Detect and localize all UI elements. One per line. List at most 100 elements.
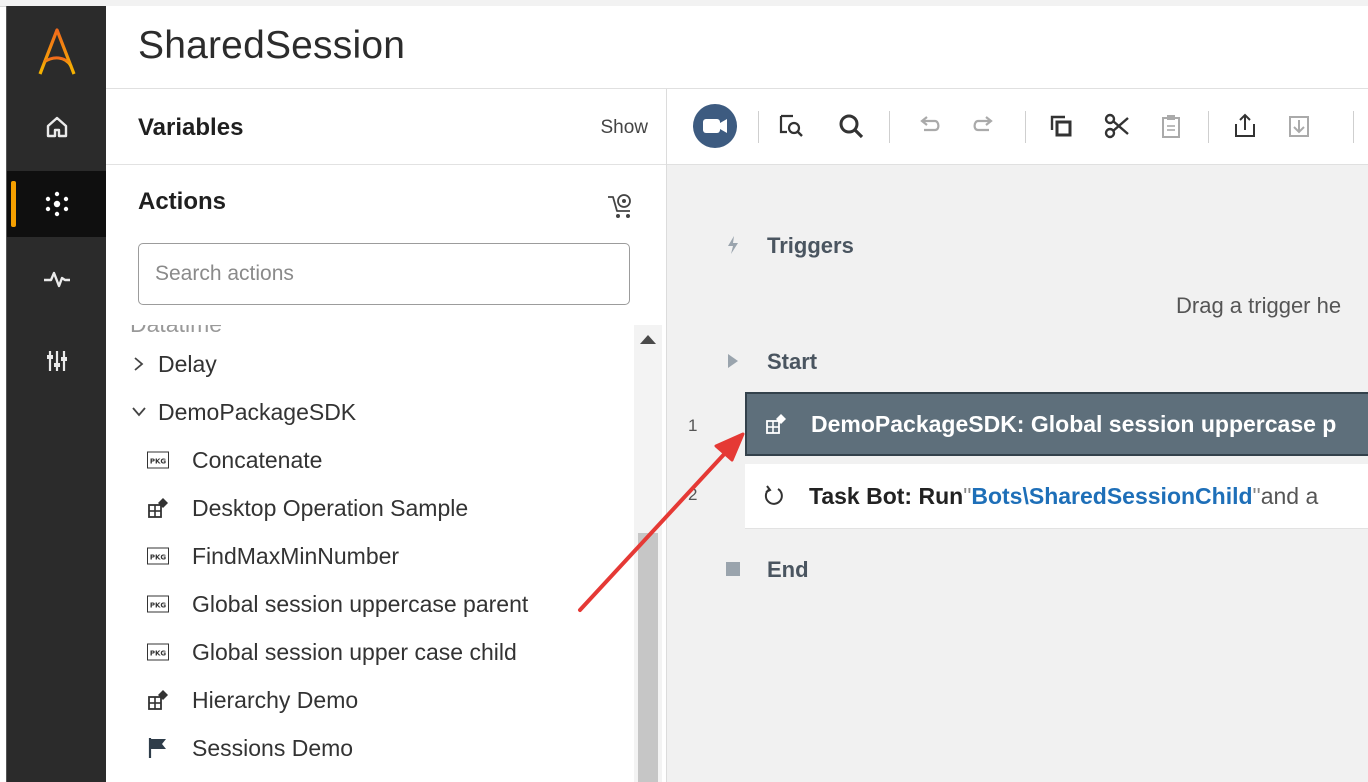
tree-item-label: FindMaxMinNumber — [192, 542, 400, 569]
flag-icon — [146, 736, 170, 760]
import-button[interactable] — [1281, 108, 1317, 144]
svg-text:PKG: PKG — [150, 458, 167, 466]
triggers-label: Triggers — [767, 233, 854, 258]
scroll-up-arrow-icon[interactable] — [640, 335, 656, 344]
copy-icon — [1050, 115, 1072, 137]
pkg-icon: PKG — [146, 448, 170, 472]
start-label: Start — [767, 349, 818, 374]
tree-item-label: Desktop Operation Sample — [192, 494, 469, 521]
tree-item-label: Delay — [158, 350, 217, 377]
app-logo-icon — [38, 28, 76, 75]
undo-icon — [920, 116, 940, 132]
nav-bots[interactable] — [7, 171, 107, 237]
actions-panel: Variables Show Actions Datatime Delay De… — [106, 89, 667, 782]
pkg-icon: PKG — [146, 544, 170, 568]
toolbar-divider — [889, 111, 890, 143]
copy-button[interactable] — [1043, 108, 1079, 144]
tree-item-label: Global session upper case child — [192, 638, 517, 665]
find-icon — [779, 114, 803, 137]
paste-icon — [1162, 115, 1180, 138]
tree-item-hierarchy-demo[interactable]: Hierarchy Demo — [146, 678, 358, 722]
tree-item-concatenate[interactable]: PKG Concatenate — [146, 438, 322, 482]
nav-activity[interactable] — [7, 246, 107, 312]
tree-item-sessions-demo[interactable]: Sessions Demo — [146, 726, 353, 770]
lightning-icon — [723, 235, 743, 255]
package-sdk-icon — [146, 688, 170, 712]
search-icon — [839, 114, 864, 139]
search-button[interactable] — [833, 108, 869, 144]
import-icon — [1289, 116, 1309, 137]
svg-text:PKG: PKG — [150, 650, 167, 658]
tree-folder-delay[interactable]: Delay — [126, 342, 217, 386]
tree-item-label: Sessions Demo — [192, 734, 354, 761]
bots-icon — [45, 191, 69, 217]
paste-button[interactable] — [1153, 108, 1189, 144]
flow-step-1[interactable]: DemoPackageSDK: Global session uppercase… — [745, 392, 1368, 456]
tree-item-findmaxminnumber[interactable]: PKG FindMaxMinNumber — [146, 534, 399, 578]
start-section: Start — [728, 349, 818, 375]
tree-item-global-session-upper-case-child[interactable]: PKG Global session upper case child — [146, 630, 517, 674]
scrollbar-thumb[interactable] — [638, 533, 658, 782]
trigger-drop-hint: Drag a trigger he — [1176, 293, 1342, 318]
chevron-right-icon — [126, 356, 152, 372]
cut-icon — [1104, 113, 1129, 139]
undo-button[interactable] — [911, 108, 947, 144]
quote-open: " — [963, 482, 972, 509]
nav-settings[interactable] — [7, 328, 107, 394]
activity-icon — [44, 271, 70, 288]
record-button[interactable] — [691, 102, 739, 150]
toolbar-divider — [758, 111, 759, 143]
redo-button[interactable] — [966, 108, 1002, 144]
editor-toolbar — [667, 89, 1368, 165]
side-navigation — [6, 6, 107, 782]
svg-text:PKG: PKG — [150, 602, 167, 610]
clipped-tree-item: Datatime — [130, 325, 222, 338]
pkg-icon: PKG — [146, 640, 170, 664]
tree-scrollbar[interactable] — [634, 325, 662, 782]
toolbar-divider — [1208, 111, 1209, 143]
tree-item-desktop-operation-sample[interactable]: Desktop Operation Sample — [146, 486, 468, 530]
record-icon — [693, 104, 737, 148]
play-icon — [723, 351, 743, 371]
triggers-section[interactable]: Triggers — [728, 233, 854, 259]
page-header: SharedSession — [106, 6, 1368, 89]
find-button[interactable] — [773, 108, 809, 144]
line-number: 2 — [688, 485, 698, 504]
export-button[interactable] — [1227, 108, 1263, 144]
step-bot-path: Bots\SharedSessionChild — [971, 482, 1253, 509]
page-title: SharedSession — [138, 24, 406, 67]
toolbar-divider — [1353, 111, 1354, 143]
svg-text:PKG: PKG — [150, 554, 167, 562]
tree-item-label: DemoPackageSDK — [158, 398, 357, 425]
chevron-down-icon — [126, 405, 152, 419]
end-label: End — [767, 557, 809, 582]
tree-item-global-session-uppercase-parent[interactable]: PKG Global session uppercase parent — [146, 582, 528, 626]
step-text: DemoPackageSDK: Global session uppercase… — [811, 410, 1337, 437]
step-suffix: and a — [1260, 482, 1319, 509]
cut-button[interactable] — [1099, 108, 1135, 144]
variables-section[interactable]: Variables Show — [106, 89, 666, 165]
pkg-icon: PKG — [146, 592, 170, 616]
flow-step-2[interactable]: Task Bot: Run " Bots\SharedSessionChild … — [745, 464, 1368, 529]
task-bot-icon — [761, 483, 787, 509]
step-prefix: Task Bot: Run — [809, 482, 964, 509]
redo-icon — [973, 116, 993, 132]
show-variables-link[interactable]: Show — [600, 117, 648, 139]
action-cart-icon[interactable] — [606, 191, 636, 221]
package-sdk-icon — [146, 496, 170, 520]
nav-home[interactable] — [7, 94, 107, 160]
stop-icon — [723, 559, 743, 579]
export-icon — [1235, 113, 1255, 137]
search-actions-input[interactable] — [138, 243, 630, 305]
tree-item-label: Hierarchy Demo — [192, 686, 359, 713]
quote-close: " — [1252, 482, 1261, 509]
actions-tree: Datatime Delay DemoPackageSDK PKG Concat… — [106, 325, 634, 782]
tree-item-label: Global session uppercase parent — [192, 590, 529, 617]
line-number: 1 — [688, 416, 698, 435]
package-sdk-icon — [763, 411, 789, 437]
end-section: End — [726, 557, 809, 583]
variables-heading: Variables — [138, 114, 244, 141]
tree-item-label: Concatenate — [192, 446, 323, 473]
tree-folder-demopackagesdk[interactable]: DemoPackageSDK — [126, 390, 356, 434]
flow-canvas[interactable]: Triggers Drag a trigger he Start 1 DemoP… — [667, 165, 1368, 782]
